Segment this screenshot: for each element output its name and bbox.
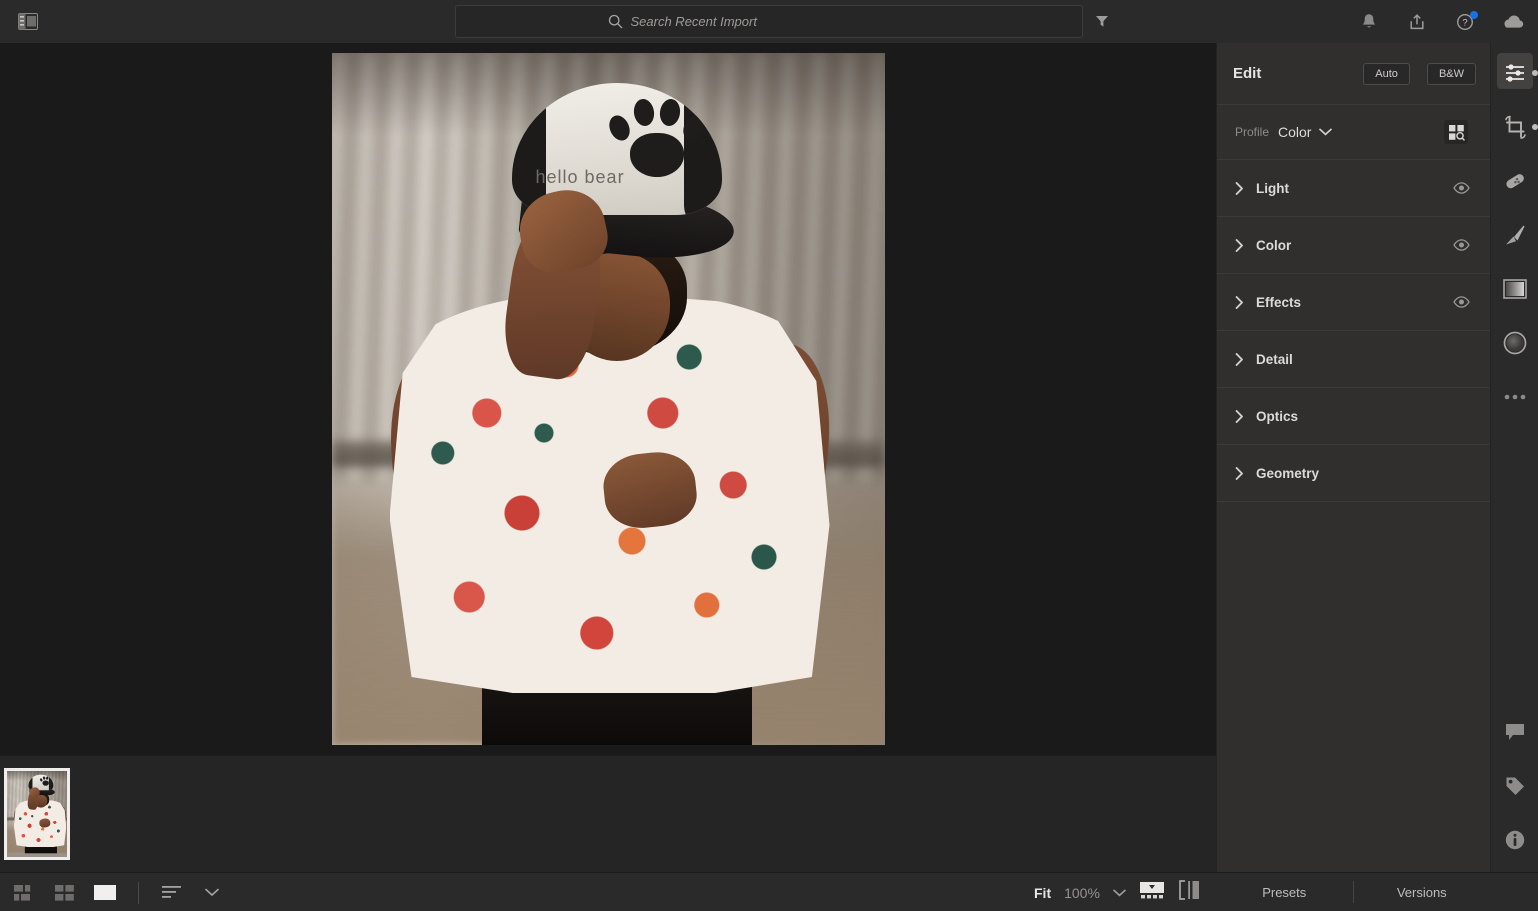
presets-versions-bar: Presets Versions: [1216, 872, 1490, 911]
section-label: Color: [1256, 237, 1292, 253]
tool-crop-indicator-dot: [1532, 124, 1538, 130]
before-after-compare-icon[interactable]: [1178, 880, 1200, 905]
cap-text: hello bear: [535, 167, 625, 187]
tool-edit-indicator-dot: [1532, 70, 1538, 76]
bw-button[interactable]: B&W: [1426, 62, 1476, 85]
chevron-right-icon: [1235, 181, 1244, 195]
zoom-fit-button[interactable]: Fit: [1034, 885, 1051, 901]
help-icon[interactable]: ?: [1454, 10, 1478, 33]
section-label: Light: [1256, 180, 1289, 196]
eye-icon[interactable]: [1452, 293, 1470, 311]
edit-panel-actions: Auto B&W: [1363, 62, 1476, 85]
panel-layout-icon[interactable]: [16, 10, 40, 32]
page-title: Edit: [1233, 65, 1262, 82]
detail-view-icon[interactable]: [92, 882, 118, 904]
linear-gradient-icon[interactable]: [1491, 265, 1538, 313]
comments-icon[interactable]: [1491, 708, 1538, 756]
toolbar-divider: [138, 881, 139, 904]
masking-brush-icon[interactable]: [1491, 211, 1538, 259]
section-detail[interactable]: Detail: [1217, 331, 1490, 388]
healing-brush-icon[interactable]: [1491, 157, 1538, 205]
photo-canvas[interactable]: hello bear: [0, 43, 1216, 755]
section-color[interactable]: Color: [1217, 217, 1490, 274]
zoom-percent-value[interactable]: 100%: [1064, 885, 1100, 901]
photo-subject: hello bear: [332, 53, 885, 745]
topbar-actions: ?: [1358, 0, 1524, 43]
edit-panel: Edit Auto B&W Profile Color Light Color …: [1216, 43, 1490, 872]
profile-browser-icon[interactable]: [1444, 120, 1468, 144]
search-icon: [608, 14, 622, 29]
section-label: Effects: [1256, 294, 1302, 310]
section-label: Optics: [1256, 408, 1299, 424]
top-toolbar: ?: [0, 0, 1538, 43]
section-effects[interactable]: Effects: [1217, 274, 1490, 331]
section-label: Geometry: [1256, 465, 1320, 481]
auto-button[interactable]: Auto: [1363, 62, 1410, 85]
more-options-icon[interactable]: [1491, 373, 1538, 421]
keywords-tag-icon[interactable]: [1491, 762, 1538, 810]
profile-chevron-down-icon[interactable]: [1319, 123, 1333, 141]
share-export-icon[interactable]: [1406, 11, 1428, 33]
filmstrip-toggle-icon[interactable]: [1139, 880, 1165, 905]
section-geometry[interactable]: Geometry: [1217, 445, 1490, 502]
square-grid-view-icon[interactable]: [52, 882, 78, 904]
profile-value[interactable]: Color: [1278, 124, 1311, 140]
grid-view-icon[interactable]: [12, 882, 38, 904]
profile-label: Profile: [1235, 125, 1270, 139]
sort-chevron-down-icon[interactable]: [199, 882, 225, 904]
chevron-right-icon: [1235, 295, 1244, 309]
chevron-right-icon: [1235, 466, 1244, 480]
zoom-chevron-down-icon[interactable]: [1113, 884, 1126, 902]
notifications-bell-icon[interactable]: [1358, 11, 1380, 33]
cloud-sync-icon[interactable]: [1502, 11, 1524, 33]
eye-icon[interactable]: [1452, 236, 1470, 254]
zoom-controls: Fit 100%: [1034, 873, 1200, 911]
sort-lines-icon[interactable]: [159, 882, 185, 904]
list-item[interactable]: [4, 768, 70, 860]
tool-rail-bottom: [1491, 702, 1538, 864]
search-input[interactable]: [630, 14, 931, 29]
info-icon[interactable]: [1491, 816, 1538, 864]
edit-sliders-icon[interactable]: [1491, 49, 1538, 97]
profile-row: Profile Color: [1217, 105, 1490, 160]
filmstrip: [0, 755, 1216, 872]
section-light[interactable]: Light: [1217, 160, 1490, 217]
chevron-right-icon: [1235, 238, 1244, 252]
eye-icon[interactable]: [1452, 179, 1470, 197]
view-mode-group: [12, 873, 225, 911]
section-optics[interactable]: Optics: [1217, 388, 1490, 445]
search-bar[interactable]: [455, 5, 1083, 38]
radial-gradient-icon[interactable]: [1491, 319, 1538, 367]
chevron-right-icon: [1235, 409, 1244, 423]
filter-funnel-icon[interactable]: [1092, 11, 1112, 31]
versions-button[interactable]: Versions: [1354, 885, 1491, 900]
section-label: Detail: [1256, 351, 1293, 367]
crop-rotate-icon[interactable]: [1491, 103, 1538, 151]
presets-button[interactable]: Presets: [1216, 885, 1353, 900]
tool-rail: [1490, 43, 1538, 872]
main-photo[interactable]: hello bear: [331, 53, 885, 745]
chevron-right-icon: [1235, 352, 1244, 366]
help-badge-dot: [1470, 10, 1478, 19]
edit-panel-header: Edit Auto B&W: [1217, 43, 1490, 105]
thumbnail-image: [7, 771, 67, 854]
lightroom-window: ?: [0, 0, 1538, 911]
svg-text:?: ?: [1462, 17, 1467, 28]
